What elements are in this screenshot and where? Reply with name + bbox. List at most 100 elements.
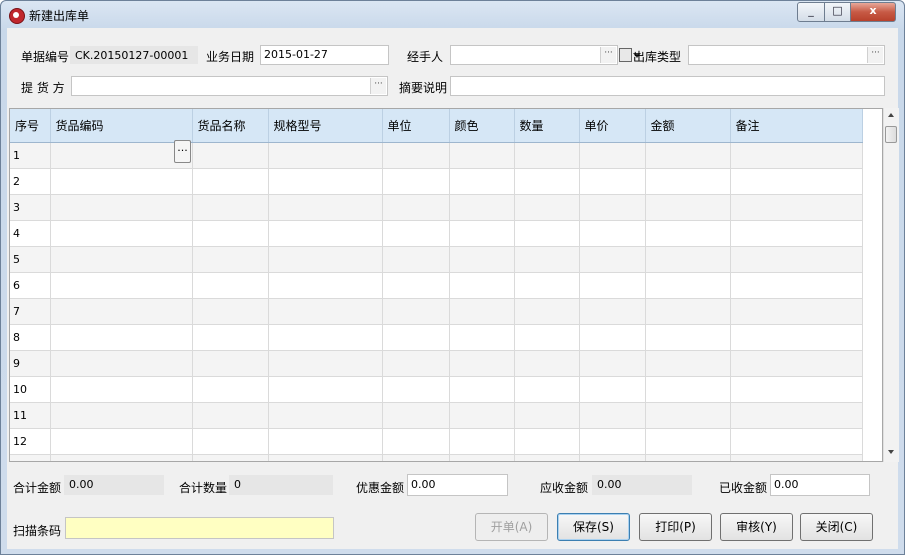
- grid-cell[interactable]: [50, 376, 193, 403]
- print-button[interactable]: 打印(P): [639, 513, 712, 541]
- grid-cell[interactable]: [514, 220, 580, 247]
- grid-cell[interactable]: [514, 298, 580, 325]
- open-order-button[interactable]: 开单(A): [475, 513, 548, 541]
- grid-cell[interactable]: [268, 142, 383, 169]
- grid-cell[interactable]: [449, 246, 515, 273]
- grid-cell[interactable]: [50, 272, 193, 299]
- calendar-icon[interactable]: [619, 48, 632, 62]
- table-row[interactable]: 11: [10, 402, 863, 429]
- grid-cell[interactable]: [268, 376, 383, 403]
- discount-field[interactable]: 0.00: [407, 474, 508, 496]
- grid-cell[interactable]: [579, 272, 646, 299]
- grid-cell[interactable]: [449, 350, 515, 377]
- grid-cell[interactable]: [579, 402, 646, 429]
- grid-cell[interactable]: [50, 194, 193, 221]
- grid-cell[interactable]: [730, 428, 863, 455]
- grid-cell[interactable]: [50, 168, 193, 195]
- grid-cell[interactable]: [514, 402, 580, 429]
- grid-cell[interactable]: [449, 142, 515, 169]
- table-row[interactable]: 6: [10, 272, 863, 299]
- column-header[interactable]: 货品编码: [50, 109, 193, 143]
- grid-cell[interactable]: [382, 376, 450, 403]
- grid-cell[interactable]: [730, 246, 863, 273]
- grid-cell[interactable]: [50, 402, 193, 429]
- grid-cell[interactable]: [730, 298, 863, 325]
- grid-cell[interactable]: [382, 298, 450, 325]
- grid-cell[interactable]: [514, 246, 580, 273]
- column-header[interactable]: 单价: [579, 109, 646, 143]
- grid-cell[interactable]: [192, 324, 269, 351]
- grid-cell[interactable]: [382, 220, 450, 247]
- grid-cell[interactable]: [645, 142, 731, 169]
- grid-cell[interactable]: [579, 220, 646, 247]
- grid-cell[interactable]: [645, 350, 731, 377]
- grid-cell[interactable]: [514, 272, 580, 299]
- scroll-up-icon[interactable]: [888, 113, 894, 117]
- grid-cell[interactable]: [730, 272, 863, 299]
- grid-cell[interactable]: [50, 298, 193, 325]
- grid-cell[interactable]: [449, 324, 515, 351]
- grid-scrollbar[interactable]: [883, 108, 899, 462]
- close-window-button[interactable]: x: [850, 2, 896, 22]
- grid-cell[interactable]: [192, 168, 269, 195]
- handler-field[interactable]: ···: [450, 45, 618, 65]
- grid-cell[interactable]: [645, 220, 731, 247]
- grid-cell[interactable]: [50, 246, 193, 273]
- column-header[interactable]: 货品名称: [192, 109, 269, 143]
- grid-cell[interactable]: [192, 220, 269, 247]
- grid-cell[interactable]: [449, 194, 515, 221]
- grid-cell[interactable]: [579, 194, 646, 221]
- grid-cell[interactable]: [382, 142, 450, 169]
- grid-cell[interactable]: [382, 272, 450, 299]
- table-row[interactable]: 3: [10, 194, 863, 221]
- table-row[interactable]: 9: [10, 350, 863, 377]
- grid-cell[interactable]: [579, 428, 646, 455]
- grid-cell[interactable]: [514, 142, 580, 169]
- type-browse-button[interactable]: ···: [867, 47, 883, 63]
- grid-cell[interactable]: [514, 454, 580, 461]
- grid-cell[interactable]: [192, 194, 269, 221]
- table-row[interactable]: 4: [10, 220, 863, 247]
- grid-cell[interactable]: [268, 272, 383, 299]
- grid-cell[interactable]: [382, 402, 450, 429]
- grid-cell[interactable]: [268, 298, 383, 325]
- scroll-down-icon[interactable]: [888, 450, 894, 454]
- grid-cell[interactable]: [382, 324, 450, 351]
- product-code-browse-button[interactable]: ...: [174, 140, 191, 163]
- grid-cell[interactable]: [730, 142, 863, 169]
- grid-cell[interactable]: [192, 350, 269, 377]
- grid-cell[interactable]: [579, 454, 646, 461]
- grid-cell[interactable]: [645, 272, 731, 299]
- grid-cell[interactable]: [50, 324, 193, 351]
- handler-browse-button[interactable]: ···: [600, 47, 616, 63]
- grid-cell[interactable]: [730, 350, 863, 377]
- grid-cell[interactable]: [514, 168, 580, 195]
- grid-cell[interactable]: [579, 324, 646, 351]
- grid-cell[interactable]: [192, 376, 269, 403]
- grid-cell[interactable]: [579, 168, 646, 195]
- grid-cell[interactable]: [645, 324, 731, 351]
- supplier-browse-button[interactable]: ···: [370, 78, 386, 94]
- grid-cell[interactable]: [645, 298, 731, 325]
- grid-cell[interactable]: [268, 454, 383, 461]
- table-row[interactable]: 2: [10, 168, 863, 195]
- grid-cell[interactable]: [382, 168, 450, 195]
- grid-cell[interactable]: [514, 376, 580, 403]
- column-header[interactable]: 颜色: [449, 109, 515, 143]
- grid-cell[interactable]: [382, 454, 450, 461]
- grid-cell[interactable]: [730, 402, 863, 429]
- grid-cell[interactable]: [579, 142, 646, 169]
- scrollbar-thumb[interactable]: [885, 126, 897, 143]
- table-row[interactable]: 10: [10, 376, 863, 403]
- audit-button[interactable]: 审核(Y): [720, 513, 793, 541]
- grid-cell[interactable]: [50, 454, 193, 461]
- grid-cell[interactable]: [579, 376, 646, 403]
- grid-cell[interactable]: [192, 246, 269, 273]
- grid-cell[interactable]: [192, 298, 269, 325]
- grid-cell[interactable]: [514, 324, 580, 351]
- grid-cell[interactable]: [730, 220, 863, 247]
- grid-cell[interactable]: [449, 298, 515, 325]
- grid-cell[interactable]: [50, 428, 193, 455]
- grid-cell[interactable]: [645, 428, 731, 455]
- grid-cell[interactable]: [645, 376, 731, 403]
